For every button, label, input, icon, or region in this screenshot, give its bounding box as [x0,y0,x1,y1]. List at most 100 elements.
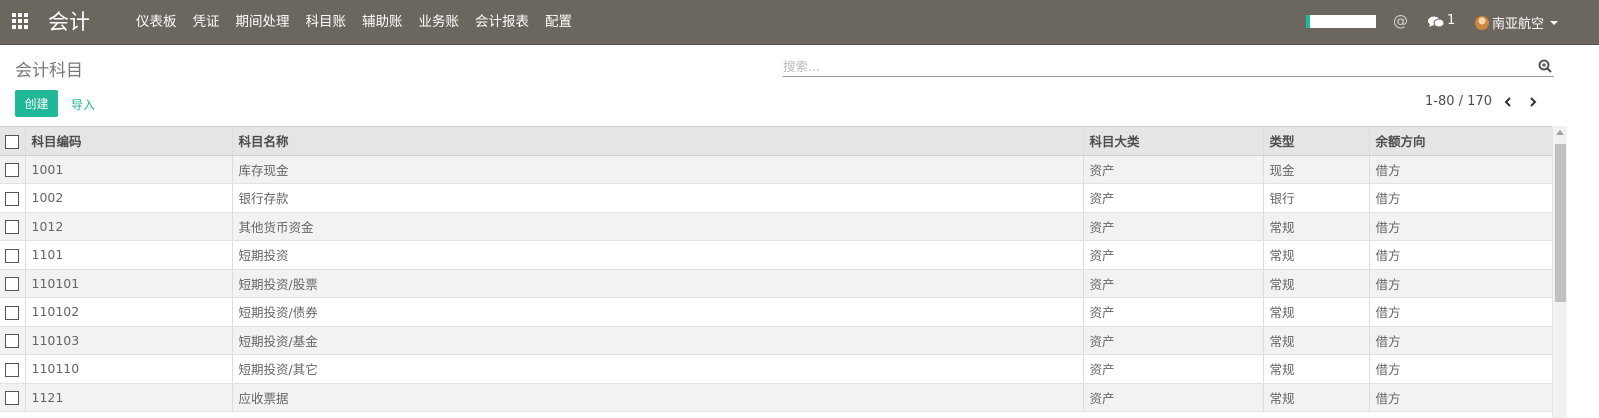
cell-code: 110102 [25,297,233,327]
table-row[interactable]: 110110 短期投资/其它 资产 常规 借方 [0,354,1552,384]
menu-item-business-ledger[interactable]: 业务账 [411,0,468,45]
cell-type: 常规 [1263,269,1370,298]
table-row[interactable]: 1002 银行存款 资产 银行 借方 [0,183,1552,213]
column-header-category[interactable]: 科目大类 [1083,127,1264,156]
cell-name: 银行存款 [232,183,1084,213]
cell-type: 常规 [1263,212,1370,241]
table-header-row: 科目编码 科目名称 科目大类 类型 余额方向 [0,127,1552,156]
pager-value[interactable]: 1-80 / 170 [1425,94,1492,109]
cell-type: 现金 [1263,155,1370,184]
apps-grid-icon[interactable] [12,13,30,31]
column-header-name[interactable]: 科目名称 [232,127,1084,156]
menu-item-dashboard[interactable]: 仪表板 [128,0,185,45]
chat-count-badge[interactable]: 1 [1447,13,1455,28]
cell-name: 短期投资/其它 [232,354,1084,384]
row-select-cell [0,240,26,270]
page-title: 会计科目 [15,61,83,81]
table-row[interactable]: 1101 短期投资 资产 常规 借方 [0,240,1552,270]
row-checkbox[interactable] [5,220,19,234]
cell-category: 资产 [1083,240,1264,270]
app-title: 会计 [48,10,90,34]
menu-item-auxiliary-ledger[interactable]: 辅助账 [354,0,411,45]
table-row[interactable]: 110103 短期投资/基金 资产 常规 借方 [0,326,1552,355]
cell-category: 资产 [1083,354,1264,384]
cell-balance-direction: 借方 [1369,155,1552,184]
cell-name: 应收票据 [232,383,1084,412]
search-input[interactable] [783,56,1523,76]
cell-category: 资产 [1083,383,1264,412]
row-checkbox[interactable] [5,277,19,291]
search-icon[interactable] [1538,59,1552,73]
menu-item-reports[interactable]: 会计报表 [467,0,537,45]
select-all-cell [0,127,26,156]
column-header-balance-direction[interactable]: 余额方向 [1369,127,1552,156]
cell-name: 短期投资 [232,240,1084,270]
cell-code: 110101 [25,269,233,298]
accounts-table: 科目编码 科目名称 科目大类 类型 余额方向 1001 库存现金 资产 现金 借… [0,127,1552,412]
cell-category: 资产 [1083,155,1264,184]
cell-category: 资产 [1083,297,1264,327]
create-button[interactable]: 创建 [15,90,58,117]
table-row[interactable]: 110102 短期投资/债券 资产 常规 借方 [0,297,1552,327]
chevron-left-icon[interactable] [1501,95,1515,109]
row-select-cell [0,297,26,327]
at-icon[interactable]: @ [1393,12,1408,30]
chat-icon[interactable] [1428,16,1444,28]
menu-item-vouchers[interactable]: 凭证 [185,0,228,45]
cell-type: 常规 [1263,383,1370,412]
menu-item-account-ledger[interactable]: 科目账 [298,0,355,45]
scroll-up-arrow-icon[interactable] [1556,130,1564,135]
row-select-cell [0,326,26,355]
cell-code: 110103 [25,326,233,355]
menu-item-configuration[interactable]: 配置 [537,0,580,45]
row-checkbox[interactable] [5,163,19,177]
cell-code: 1002 [25,183,233,213]
row-checkbox[interactable] [5,305,19,320]
main-menu: 仪表板 凭证 期间处理 科目账 辅助账 业务账 会计报表 配置 [128,0,580,45]
cell-balance-direction: 借方 [1369,183,1552,213]
column-header-code[interactable]: 科目编码 [25,127,233,156]
cell-code: 1001 [25,155,233,184]
cell-code: 1101 [25,240,233,270]
menu-item-period[interactable]: 期间处理 [228,0,298,45]
top-navbar: 会计 仪表板 凭证 期间处理 科目账 辅助账 业务账 会计报表 配置 @ 1 南… [0,0,1599,45]
cell-code: 110110 [25,354,233,384]
column-header-type[interactable]: 类型 [1263,127,1370,156]
row-checkbox[interactable] [5,391,19,405]
select-all-checkbox[interactable] [5,134,19,149]
avatar[interactable] [1475,16,1489,30]
chevron-right-icon[interactable] [1526,95,1540,109]
table-row[interactable]: 1001 库存现金 资产 现金 借方 [0,155,1552,184]
table-row[interactable]: 1121 应收票据 资产 常规 借方 [0,383,1552,412]
scrollbar-thumb[interactable] [1555,144,1566,302]
user-menu-name[interactable]: 南亚航空 [1492,13,1544,32]
row-checkbox[interactable] [5,248,19,263]
row-select-cell [0,212,26,241]
cell-balance-direction: 借方 [1369,354,1552,384]
cell-balance-direction: 借方 [1369,297,1552,327]
cell-category: 资产 [1083,183,1264,213]
row-select-cell [0,269,26,298]
vertical-scrollbar[interactable] [1552,126,1567,418]
row-select-cell [0,383,26,412]
cell-type: 常规 [1263,354,1370,384]
row-checkbox[interactable] [5,362,19,377]
cell-code: 1121 [25,383,233,412]
row-checkbox[interactable] [5,334,19,348]
import-button[interactable]: 导入 [71,96,95,113]
cell-balance-direction: 借方 [1369,326,1552,355]
accounts-table-container: 科目编码 科目名称 科目大类 类型 余额方向 1001 库存现金 资产 现金 借… [0,126,1552,418]
cell-type: 银行 [1263,183,1370,213]
table-row[interactable]: 110101 短期投资/股票 资产 常规 借方 [0,269,1552,298]
cell-category: 资产 [1083,326,1264,355]
row-select-cell [0,354,26,384]
row-select-cell [0,183,26,213]
cell-code: 1012 [25,212,233,241]
cell-type: 常规 [1263,297,1370,327]
cell-balance-direction: 借方 [1369,212,1552,241]
row-select-cell [0,155,26,184]
chevron-down-icon[interactable] [1550,21,1558,25]
table-row[interactable]: 1012 其他货币资金 资产 常规 借方 [0,212,1552,241]
cell-name: 库存现金 [232,155,1084,184]
row-checkbox[interactable] [5,191,19,206]
